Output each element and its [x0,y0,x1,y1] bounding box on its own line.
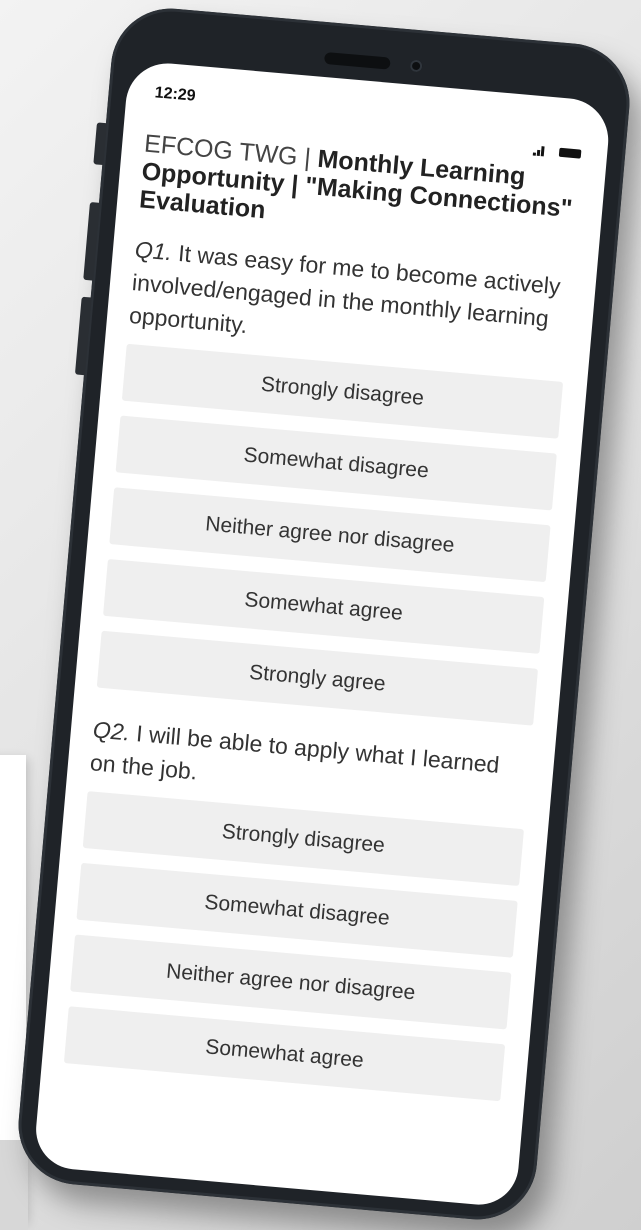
question-number: Q1. [133,236,174,266]
earpiece-speaker [323,51,391,70]
question-number: Q2. [91,716,132,746]
status-time: 12:29 [154,84,197,105]
signal-icon [532,145,548,157]
mute-switch [93,122,107,166]
battery-icon [558,147,582,159]
scene: 12:29 EFCOG TWG | Monthly Learning Oppor… [0,0,641,1230]
volume-down-button [74,296,92,376]
question-body: It was easy for me to become actively in… [128,239,562,339]
survey-content: EFCOG TWG | Monthly Learning Opportunity… [42,128,606,1104]
volume-up-button [83,202,100,281]
question-block-1: Q1. It was easy for me to become activel… [96,233,573,726]
phone-screen: 12:29 EFCOG TWG | Monthly Learning Oppor… [32,59,612,1208]
question-body: I will be able to apply what I learned o… [89,719,501,785]
phone-frame: 12:29 EFCOG TWG | Monthly Learning Oppor… [13,3,635,1225]
question-block-2: Q2. I will be able to apply what I learn… [63,713,531,1102]
front-camera [409,59,423,73]
